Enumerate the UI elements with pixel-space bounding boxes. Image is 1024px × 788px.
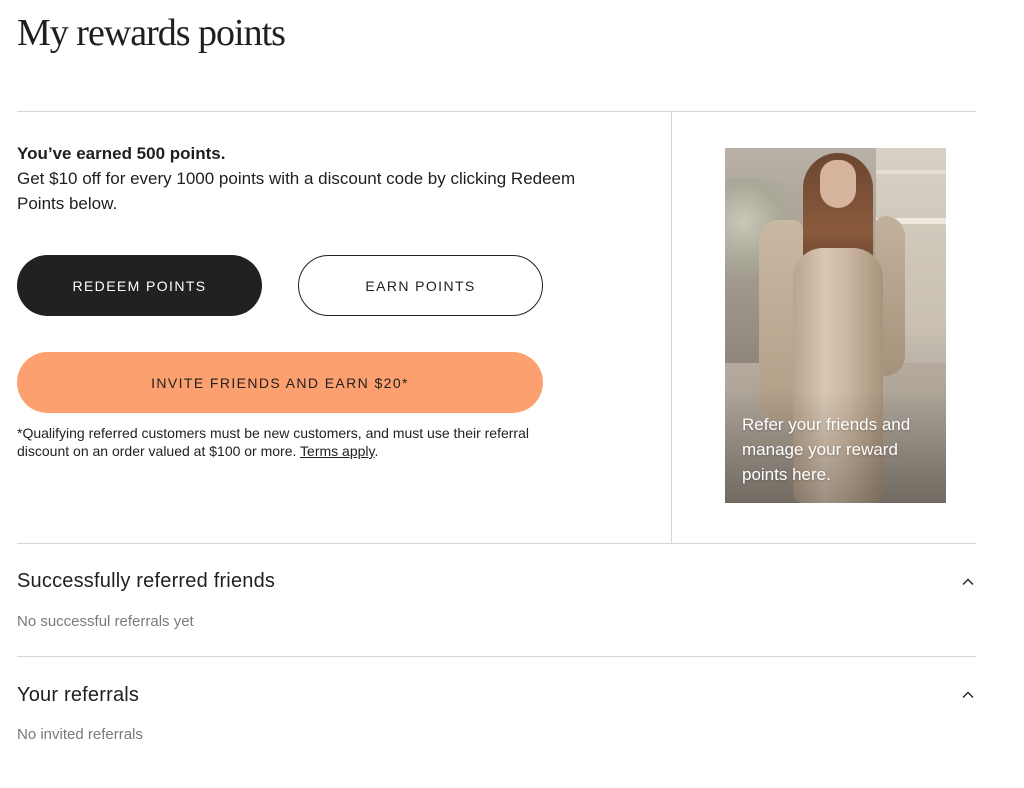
- referral-promo-image: Refer your friends and manage your rewar…: [725, 148, 946, 503]
- chevron-up-icon[interactable]: [962, 576, 974, 588]
- disclaimer-text: *Qualifying referred customers must be n…: [17, 425, 529, 459]
- section-title-your-referrals[interactable]: Your referrals: [17, 684, 139, 707]
- promo-caption: Refer your friends and manage your rewar…: [742, 415, 911, 484]
- section-empty-your-referrals: No invited referrals: [17, 726, 143, 743]
- divider-section-2: [17, 656, 976, 657]
- invite-friends-button[interactable]: INVITE FRIENDS AND EARN $20*: [17, 352, 543, 413]
- promo-shelf: [876, 170, 946, 174]
- section-empty-referred-friends: No successful referrals yet: [17, 613, 194, 630]
- chevron-up-icon[interactable]: [962, 689, 974, 701]
- section-title-referred-friends[interactable]: Successfully referred friends: [17, 570, 275, 593]
- points-summary: You’ve earned 500 points. Get $10 off fo…: [17, 141, 577, 216]
- points-earned-text: You’ve earned 500 points.: [17, 144, 226, 163]
- divider-vertical: [671, 111, 672, 543]
- divider-section-1: [17, 543, 976, 544]
- earn-points-button[interactable]: EARN POINTS: [298, 255, 543, 316]
- rewards-page: My rewards points You’ve earned 500 poin…: [0, 0, 1024, 788]
- disclaimer-suffix: .: [374, 443, 379, 459]
- divider-top: [17, 111, 976, 112]
- page-title: My rewards points: [17, 12, 286, 54]
- referral-disclaimer: *Qualifying referred customers must be n…: [17, 424, 537, 460]
- terms-apply-link[interactable]: Terms apply: [300, 443, 374, 459]
- points-info-text: Get $10 off for every 1000 points with a…: [17, 169, 576, 213]
- redeem-points-button[interactable]: REDEEM POINTS: [17, 255, 262, 316]
- promo-model: [820, 160, 856, 208]
